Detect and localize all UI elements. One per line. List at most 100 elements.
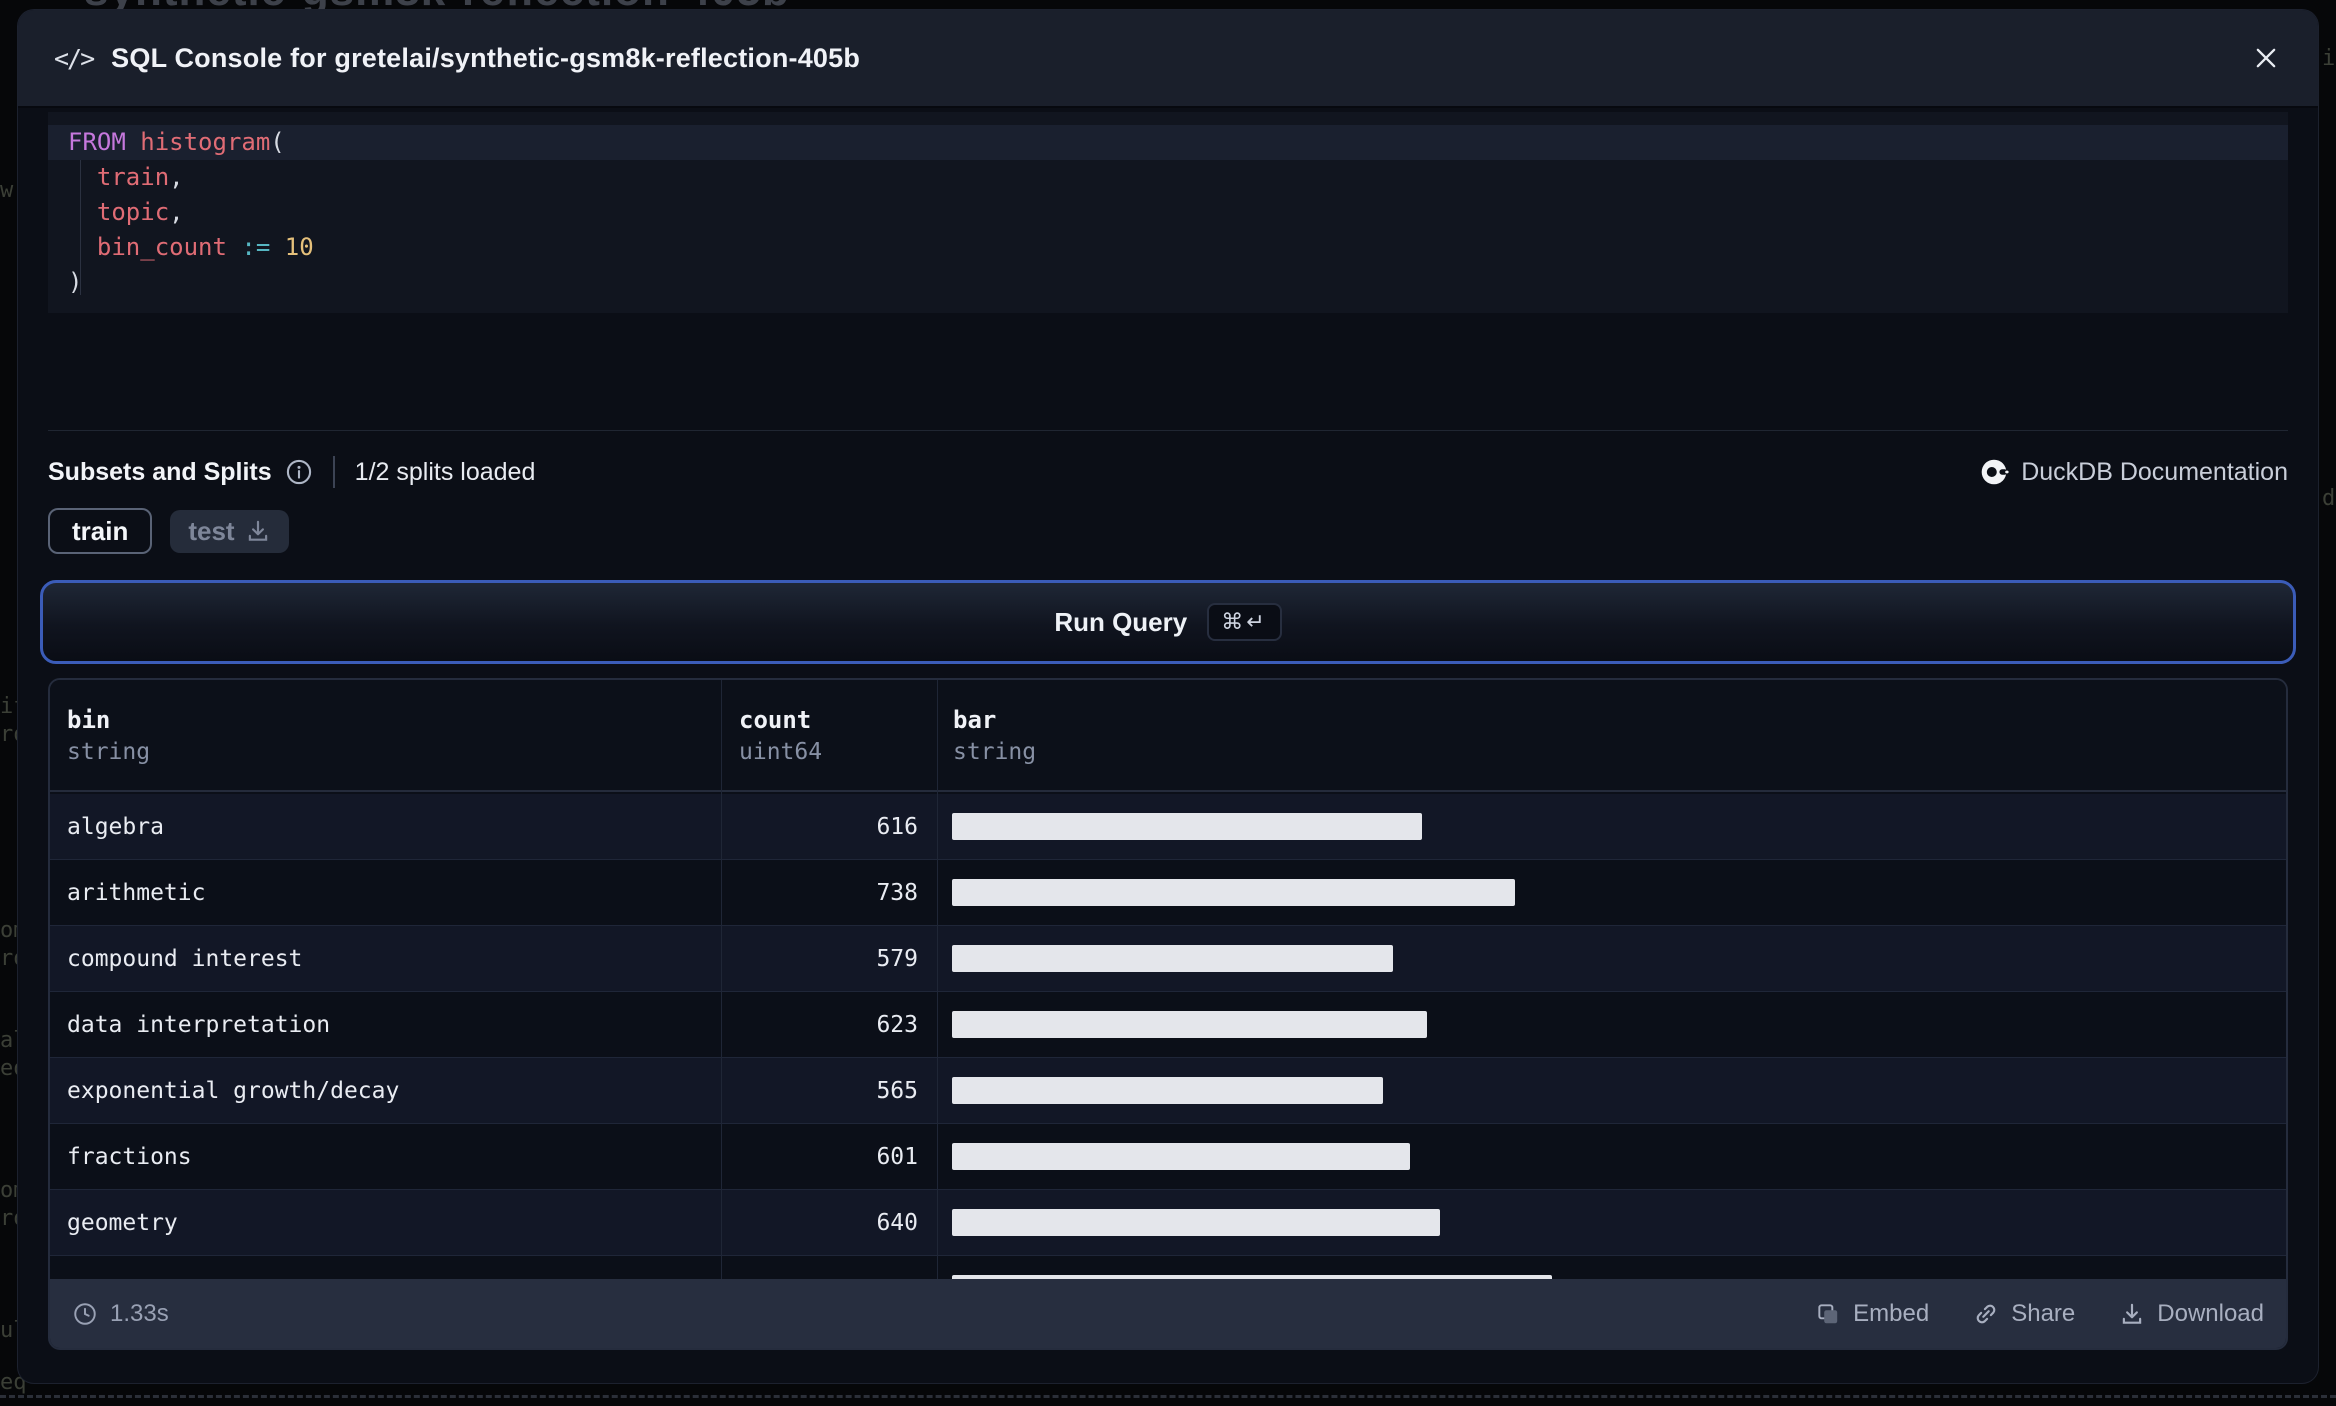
duckdb-docs-link[interactable]: DuckDB Documentation: [1981, 458, 2288, 487]
column-type: string: [67, 739, 151, 765]
split-pill-label: train: [72, 515, 129, 546]
code-token: train: [96, 163, 170, 191]
table-row: fractions 601: [50, 1124, 2286, 1190]
run-query-label: Run Query: [1054, 606, 1188, 637]
column-type: uint64: [739, 739, 823, 765]
histogram-bar: [952, 1143, 1410, 1170]
action-label: Download: [2157, 1299, 2264, 1327]
clock-icon: [72, 1301, 98, 1327]
cell-bar: [937, 945, 2286, 972]
code-line: ): [48, 265, 2288, 300]
modal-header: </> SQL Console for gretelai/synthetic-g…: [18, 10, 2318, 108]
results-table: bin string count uint64 bar string algebra 616…: [48, 678, 2288, 1350]
cell-bar: [937, 1011, 2286, 1038]
duckdb-logo-icon: [1981, 458, 2009, 486]
column-name: bin: [67, 706, 111, 734]
section-divider: [48, 430, 2288, 431]
cell-count: 565: [876, 1077, 918, 1104]
share-button[interactable]: Share: [1973, 1300, 2075, 1328]
code-token: bin_count: [96, 233, 227, 261]
cell-bin: compound interest: [67, 945, 303, 972]
background-fragment: d: [2322, 486, 2336, 511]
column-divider: [721, 680, 722, 1348]
query-duration: 1.33s: [72, 1300, 169, 1328]
code-line: train,: [48, 160, 2288, 195]
table-body: algebra 616 arithmetic 738 compound interest…: [50, 794, 2286, 1322]
code-token: (: [270, 128, 285, 156]
download-button[interactable]: Download: [2119, 1300, 2264, 1328]
cell-count: 616: [876, 813, 918, 840]
cell-bar: [937, 813, 2286, 840]
histogram-bar: [952, 945, 1393, 972]
indent-guide: [80, 160, 81, 295]
table-row: arithmetic 738: [50, 860, 2286, 926]
background-page-heading-fragment: synthetic-gsm8k-reflection-405b: [84, 0, 790, 10]
histogram-bar: [952, 1209, 1440, 1236]
table-row: compound interest 579: [50, 926, 2286, 992]
histogram-bar: [952, 879, 1515, 906]
code-token: FROM: [68, 128, 126, 156]
column-name: bar: [953, 706, 997, 734]
code-token: :=: [241, 233, 271, 261]
cell-bin: fractions: [67, 1143, 192, 1170]
background-fragment: is: [2322, 46, 2336, 71]
table-row: data interpretation 623: [50, 992, 2286, 1058]
action-label: Share: [2011, 1299, 2076, 1327]
embed-icon: [1815, 1301, 1841, 1327]
close-icon[interactable]: [2244, 36, 2288, 80]
background-fragment: w: [0, 178, 14, 203]
cell-count: 579: [876, 945, 918, 972]
subsets-row: Subsets and Splits 1/2 splits loaded Duc…: [48, 448, 2288, 496]
column-header-count[interactable]: count uint64: [721, 680, 937, 790]
table-header: bin string count uint64 bar string: [50, 680, 2286, 792]
code-token: 10: [284, 233, 314, 261]
cell-bin: arithmetic: [67, 879, 206, 906]
split-pill-train[interactable]: train: [48, 508, 153, 554]
duration-value: 1.33s: [110, 1299, 169, 1327]
code-token: histogram: [140, 128, 271, 156]
sql-console-modal: </> SQL Console for gretelai/synthetic-g…: [18, 10, 2318, 1383]
histogram-bar: [952, 1011, 1427, 1038]
column-header-bar[interactable]: bar string: [937, 680, 2286, 790]
histogram-bar: [952, 1077, 1383, 1104]
download-icon: [245, 518, 271, 544]
code-line: topic,: [48, 195, 2288, 230]
code-line: bin_count := 10: [48, 230, 2288, 265]
column-header-bin[interactable]: bin string: [50, 680, 721, 790]
run-query-shortcut: ⌘↵: [1207, 603, 1282, 641]
background-dashed-divider: [0, 1395, 2336, 1398]
cell-bar: [937, 879, 2286, 906]
cell-count: 601: [876, 1143, 918, 1170]
table-row: exponential growth/decay 565: [50, 1058, 2286, 1124]
run-query-button[interactable]: Run Query ⌘↵: [40, 580, 2296, 664]
split-pill-label: test: [188, 515, 235, 546]
vertical-divider: [332, 456, 335, 488]
modal-title: SQL Console for gretelai/synthetic-gsm8k…: [111, 42, 861, 73]
splits-loaded-status: 1/2 splits loaded: [354, 457, 536, 486]
sql-editor[interactable]: FROM histogram( train, topic, bin_count …: [48, 112, 2288, 313]
table-row: geometry 640: [50, 1190, 2286, 1256]
info-icon[interactable]: [285, 458, 313, 486]
cell-count: 640: [876, 1209, 918, 1236]
code-line: FROM histogram(: [48, 125, 2288, 160]
split-pill-test[interactable]: test: [170, 509, 289, 553]
cell-bin: exponential growth/decay: [67, 1077, 400, 1104]
duckdb-docs-label: DuckDB Documentation: [2021, 457, 2288, 486]
cell-count: 623: [876, 1011, 918, 1038]
cell-bin: geometry: [67, 1209, 178, 1236]
results-footer: 1.33s Embed Share Download: [50, 1279, 2286, 1348]
table-row: algebra 616: [50, 794, 2286, 860]
cell-count: 738: [876, 879, 918, 906]
code-icon: </>: [54, 43, 95, 73]
cell-bar: [937, 1143, 2286, 1170]
cell-bin: data interpretation: [67, 1011, 331, 1038]
column-name: count: [739, 706, 812, 734]
cell-bin: algebra: [67, 813, 164, 840]
code-token: ,: [169, 163, 184, 191]
embed-button[interactable]: Embed: [1815, 1300, 1929, 1328]
